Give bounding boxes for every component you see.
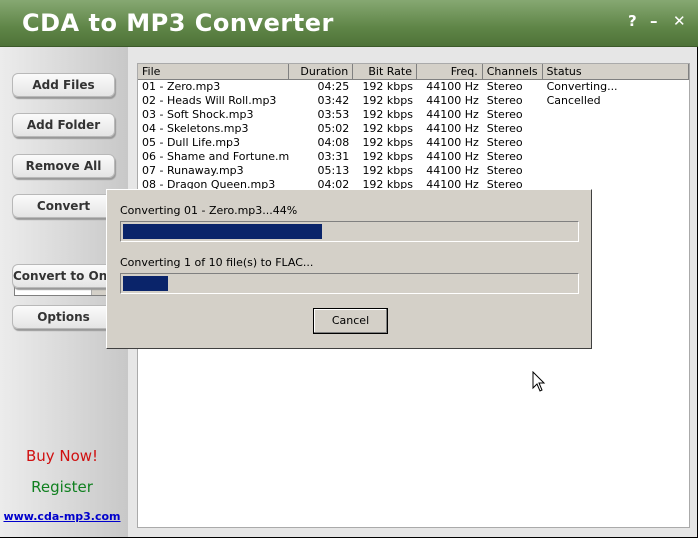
table-cell: 192 kbps	[362, 164, 413, 177]
table-row[interactable]: 01 - Zero.mp3 04:25 192 kbps 44100 Hz Stereo…	[138, 80, 689, 94]
add-folder-button[interactable]: Add Folder	[12, 113, 115, 137]
minimize-button[interactable]: –	[650, 12, 658, 30]
table-cell: 03 - Soft Shock.mp3	[142, 108, 254, 121]
close-button[interactable]: ✕	[673, 12, 686, 30]
mouse-cursor-icon	[532, 371, 546, 392]
file-progress-fill	[123, 224, 323, 239]
table-cell: Stereo	[486, 94, 523, 107]
column-header[interactable]: Bit Rate	[353, 64, 417, 80]
column-header[interactable]: File	[138, 64, 290, 80]
table-cell: 44100 Hz	[426, 164, 479, 177]
app-title: CDA to MP3 Converter	[22, 9, 334, 37]
table-cell: 01 - Zero.mp3	[142, 80, 221, 93]
table-cell: 03:42	[317, 94, 350, 107]
table-cell: 03:31	[317, 150, 350, 163]
table-cell: 44100 Hz	[426, 122, 479, 135]
table-cell: 07 - Runaway.mp3	[142, 164, 244, 177]
convert-button[interactable]: Convert	[12, 194, 115, 218]
table-cell: 44100 Hz	[426, 94, 479, 107]
table-cell: 05 - Dull Life.mp3	[142, 136, 241, 149]
table-cell: Stereo	[486, 150, 523, 163]
table-cell: 192 kbps	[362, 80, 413, 93]
cancel-button[interactable]: Cancel	[313, 308, 388, 334]
table-cell: 05:13	[317, 164, 350, 177]
buy-now-link[interactable]: Buy Now!	[0, 447, 124, 465]
table-cell: 03:53	[317, 108, 350, 121]
table-cell: 06 - Shame and Fortune.mp3	[142, 150, 290, 163]
table-cell: 44100 Hz	[426, 150, 479, 163]
table-cell: 44100 Hz	[426, 108, 479, 121]
table-cell: 04:08	[317, 136, 350, 149]
table-cell: 04 - Skeletons.mp3	[142, 122, 249, 135]
file-progress-bar	[120, 221, 579, 242]
table-cell: 02 - Heads Will Roll.mp3	[142, 94, 277, 107]
file-status-label: Converting 01 - Zero.mp3...44%	[120, 204, 298, 217]
remove-all-button[interactable]: Remove All	[12, 154, 115, 178]
table-cell: Stereo	[486, 122, 523, 135]
table-cell: Stereo	[486, 136, 523, 149]
column-header[interactable]: Freq.	[416, 64, 483, 80]
register-link[interactable]: Register	[0, 478, 124, 496]
table-row[interactable]: 05 - Dull Life.mp3 04:08 192 kbps 44100 Hz S…	[138, 136, 689, 150]
table-cell: Stereo	[486, 108, 523, 121]
table-cell: Converting...	[546, 80, 618, 93]
overall-progress-fill	[123, 276, 169, 291]
table-cell	[543, 150, 689, 164]
table-cell	[543, 136, 689, 150]
table-cell: Stereo	[486, 80, 523, 93]
table-row[interactable]: 03 - Soft Shock.mp3 03:53 192 kbps 44100 Hz…	[138, 108, 689, 122]
table-row[interactable]: 04 - Skeletons.mp3 05:02 192 kbps 44100 Hz S…	[138, 122, 689, 136]
table-cell: 04:25	[317, 80, 350, 93]
add-files-button[interactable]: Add Files	[12, 73, 115, 97]
table-cell: 192 kbps	[362, 122, 413, 135]
table-row[interactable]: 02 - Heads Will Roll.mp3 03:42 192 kbps 441…	[138, 94, 689, 108]
table-cell: Cancelled	[546, 94, 601, 107]
help-button[interactable]: ?	[628, 12, 637, 30]
progress-dialog: Converting 01 - Zero.mp3...44% Convertin…	[106, 189, 592, 349]
convert-to-one-button[interactable]: Convert to One	[12, 264, 115, 288]
table-cell: 44100 Hz	[426, 136, 479, 149]
table-cell: 44100 Hz	[426, 80, 479, 93]
table-cell: 192 kbps	[362, 108, 413, 121]
table-cell: 192 kbps	[362, 150, 413, 163]
table-cell: 192 kbps	[362, 94, 413, 107]
table-row[interactable]: 06 - Shame and Fortune.mp3 03:31 192 kbps 4…	[138, 150, 689, 164]
table-row[interactable]: 07 - Runaway.mp3 05:13 192 kbps 44100 Hz Ste…	[138, 164, 689, 178]
table-cell	[543, 164, 689, 178]
table-cell: Stereo	[486, 164, 523, 177]
website-link[interactable]: www.cda-mp3.com	[0, 510, 124, 523]
overall-progress-bar	[120, 273, 579, 294]
title-bar: CDA to MP3 Converter ? – ✕	[0, 0, 698, 47]
column-header[interactable]: Duration	[289, 64, 354, 80]
column-header[interactable]: Channels	[482, 64, 543, 80]
table-cell	[543, 122, 689, 136]
list-header: File Duration Bit Rate Freq. Channels Status	[138, 64, 689, 80]
column-header[interactable]: Status	[542, 64, 689, 80]
table-cell	[543, 108, 689, 122]
table-cell: 05:02	[317, 122, 350, 135]
overall-status-label: Converting 1 of 10 file(s) to FLAC...	[120, 256, 314, 269]
table-cell: 192 kbps	[362, 136, 413, 149]
options-button[interactable]: Options	[12, 305, 115, 329]
